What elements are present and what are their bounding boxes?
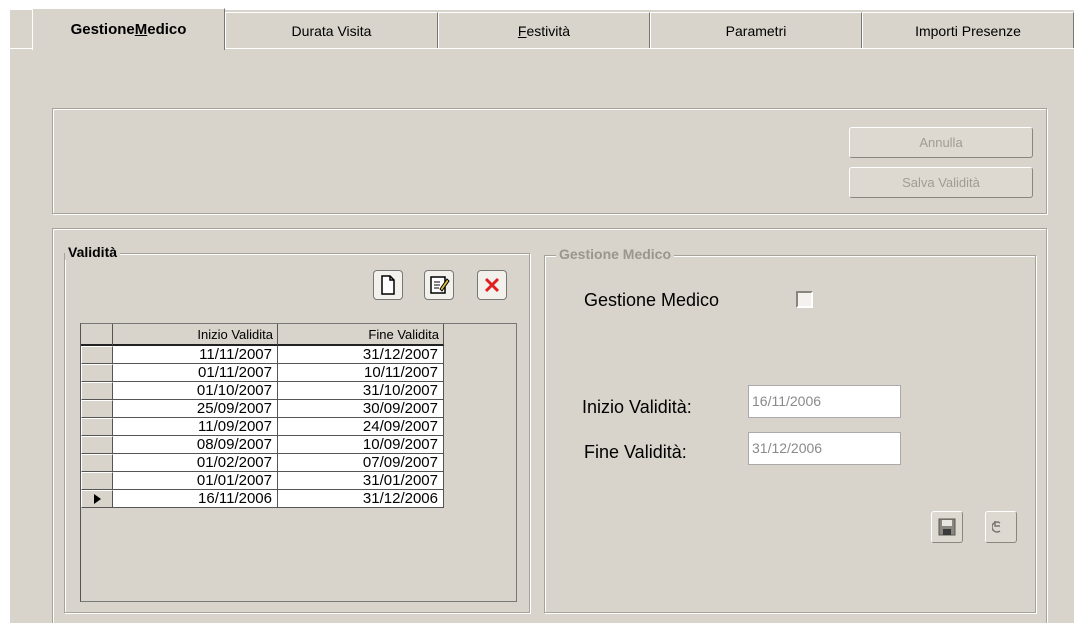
cell-fine-validita[interactable]: 07/09/2007 <box>278 454 444 472</box>
validita-legend: Validità <box>65 244 121 260</box>
inizio-validita-field[interactable]: 16/11/2006 <box>748 385 901 418</box>
cell-inizio-validita[interactable]: 25/09/2007 <box>113 400 278 418</box>
row-indicator[interactable] <box>81 382 113 400</box>
row-indicator[interactable] <box>81 346 113 364</box>
tab-label-accelerator: F <box>517 22 527 39</box>
edit-record-button[interactable] <box>424 270 454 300</box>
row-indicator[interactable] <box>81 472 113 490</box>
tab-parametri[interactable]: Parametri <box>650 12 862 48</box>
save-disk-icon <box>938 518 956 536</box>
table-row[interactable]: 01/11/2007 10/11/2007 <box>81 364 444 382</box>
tab-label-accelerator: M <box>134 21 148 38</box>
cell-fine-validita[interactable]: 31/01/2007 <box>278 472 444 490</box>
row-indicator[interactable] <box>81 436 113 454</box>
gestione-medico-checkbox[interactable] <box>796 291 813 308</box>
delete-x-icon <box>484 277 500 293</box>
new-document-icon <box>381 275 395 295</box>
table-row[interactable]: 16/11/2006 31/12/2006 <box>81 490 444 508</box>
edit-icon <box>430 276 450 294</box>
table-row[interactable]: 08/09/2007 10/09/2007 <box>81 436 444 454</box>
tab-gestione-medico[interactable]: Gestione Medico <box>32 8 225 50</box>
cell-fine-validita[interactable]: 10/09/2007 <box>278 436 444 454</box>
table-row[interactable]: 11/11/2007 31/12/2007 <box>81 346 444 364</box>
column-header-inizio[interactable]: Inizio Validita <box>113 324 278 346</box>
cell-fine-validita[interactable]: 31/12/2006 <box>278 490 444 508</box>
current-row-arrow-icon <box>94 494 101 504</box>
cell-fine-validita[interactable]: 31/12/2007 <box>278 346 444 364</box>
row-indicator[interactable] <box>81 364 113 382</box>
row-indicator[interactable] <box>81 418 113 436</box>
tab-label: edico <box>147 21 187 38</box>
tab-importi-presenze[interactable]: Importi Presenze <box>862 12 1074 48</box>
actions-panel <box>52 108 1047 214</box>
undo-button[interactable] <box>985 511 1017 543</box>
cell-fine-validita[interactable]: 24/09/2007 <box>278 418 444 436</box>
cell-inizio-validita[interactable]: 11/09/2007 <box>113 418 278 436</box>
row-indicator[interactable] <box>81 454 113 472</box>
cell-inizio-validita[interactable]: 08/09/2007 <box>113 436 278 454</box>
tab-label: Durata Visita <box>291 22 372 39</box>
table-row[interactable]: 25/09/2007 30/09/2007 <box>81 400 444 418</box>
delete-record-button[interactable] <box>477 270 507 300</box>
grid-corner <box>81 324 113 346</box>
row-indicator[interactable] <box>81 490 113 508</box>
save-button[interactable] <box>931 511 963 543</box>
table-row[interactable]: 11/09/2007 24/09/2007 <box>81 418 444 436</box>
annulla-button[interactable]: Annulla <box>849 127 1033 158</box>
cell-fine-validita[interactable]: 10/11/2007 <box>278 364 444 382</box>
cell-inizio-validita[interactable]: 01/11/2007 <box>113 364 278 382</box>
tab-label: estività <box>526 22 571 39</box>
salva-validita-button[interactable]: Salva Validità <box>849 167 1033 198</box>
table-row[interactable]: 01/10/2007 31/10/2007 <box>81 382 444 400</box>
tab-label: Gestione <box>70 21 135 38</box>
row-indicator[interactable] <box>81 400 113 418</box>
column-header-fine[interactable]: Fine Validita <box>278 324 444 346</box>
inizio-validita-label: Inizio Validità: <box>582 397 692 417</box>
cell-inizio-validita[interactable]: 16/11/2006 <box>113 490 278 508</box>
fine-validita-field[interactable]: 31/12/2006 <box>748 432 901 465</box>
validita-grid[interactable]: Inizio Validita Fine Validita 11/11/2007… <box>80 323 517 602</box>
undo-icon <box>992 521 1001 533</box>
tab-durata-visita[interactable]: Durata Visita <box>225 12 438 48</box>
cell-inizio-validita[interactable]: 01/02/2007 <box>113 454 278 472</box>
fine-validita-label: Fine Validità: <box>584 442 687 462</box>
table-row[interactable]: 01/02/2007 07/09/2007 <box>81 454 444 472</box>
gestione-medico-label: Gestione Medico <box>584 290 720 310</box>
table-row[interactable]: 01/01/2007 31/01/2007 <box>81 472 444 490</box>
tab-label: Parametri <box>725 22 787 39</box>
tab-label: Importi Presenze <box>915 22 1021 39</box>
cell-fine-validita[interactable]: 30/09/2007 <box>278 400 444 418</box>
gestione-medico-legend: Gestione Medico <box>556 246 675 262</box>
cell-inizio-validita[interactable]: 11/11/2007 <box>113 346 278 364</box>
tab-festivita[interactable]: Festività <box>438 12 650 48</box>
new-record-button[interactable] <box>373 270 403 300</box>
cell-inizio-validita[interactable]: 01/01/2007 <box>113 472 278 490</box>
cell-inizio-validita[interactable]: 01/10/2007 <box>113 382 278 400</box>
cell-fine-validita[interactable]: 31/10/2007 <box>278 382 444 400</box>
